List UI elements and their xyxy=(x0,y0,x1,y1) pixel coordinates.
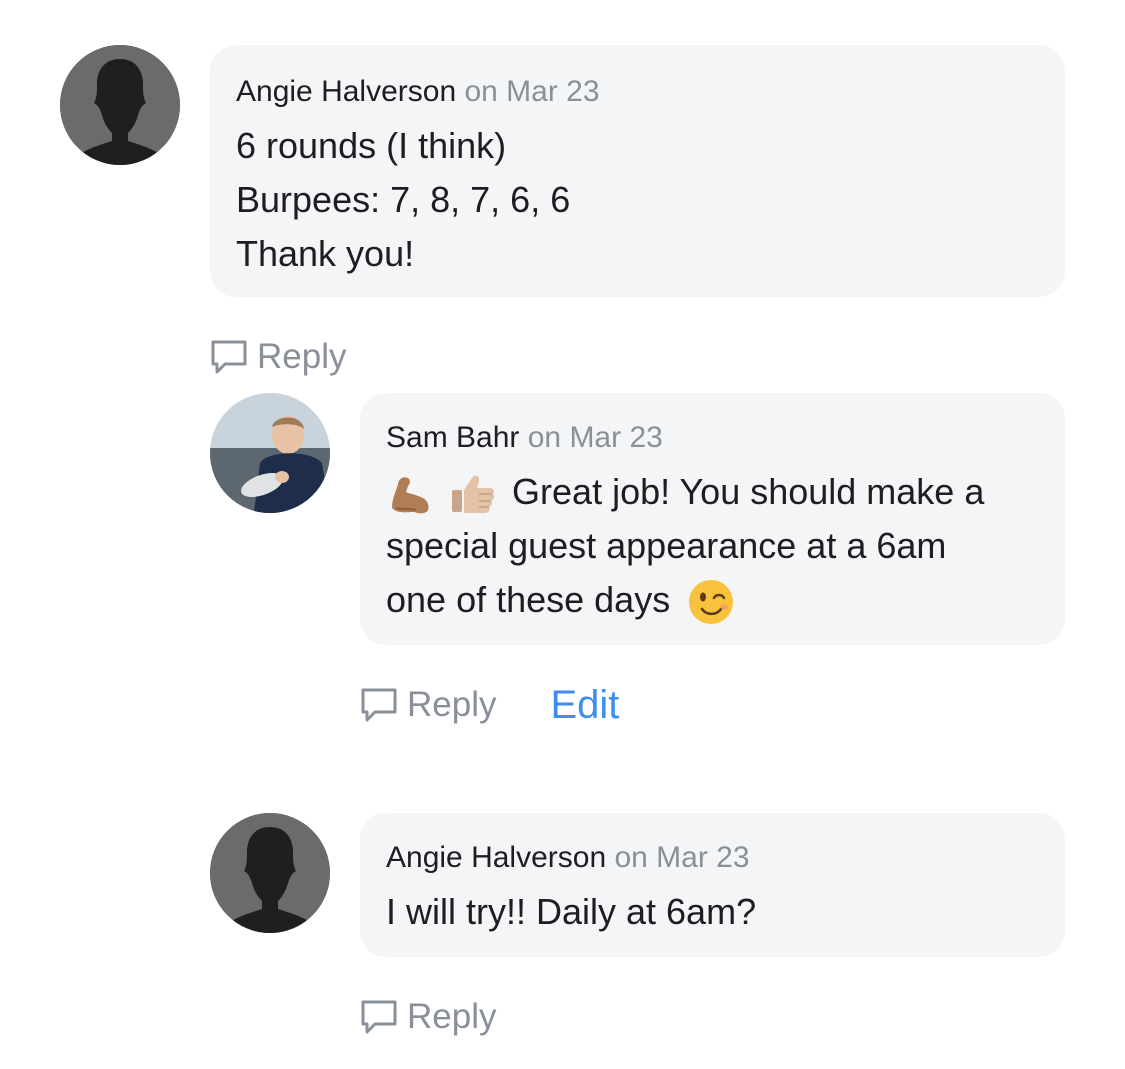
comment-text-line: I will try!! Daily at 6am? xyxy=(386,891,757,932)
reply-label: Reply xyxy=(407,997,497,1036)
speech-bubble-icon xyxy=(361,1000,397,1034)
comment-date: on Mar 23 xyxy=(614,841,750,874)
author-name[interactable]: Angie Halverson xyxy=(386,841,606,874)
comment: Angie Halverson on Mar 23 I will try!! D… xyxy=(0,0,1125,1069)
default-user-icon[interactable] xyxy=(210,813,330,933)
reply-button[interactable]: Reply xyxy=(360,995,496,1039)
comment-actions: Reply xyxy=(360,995,496,1039)
comment-meta: Angie Halverson on Mar 23 xyxy=(386,839,1039,877)
comment-bubble: Angie Halverson on Mar 23 I will try!! D… xyxy=(360,813,1065,957)
comment-thread: Angie Halverson on Mar 23 6 rounds (I th… xyxy=(0,0,1125,1069)
